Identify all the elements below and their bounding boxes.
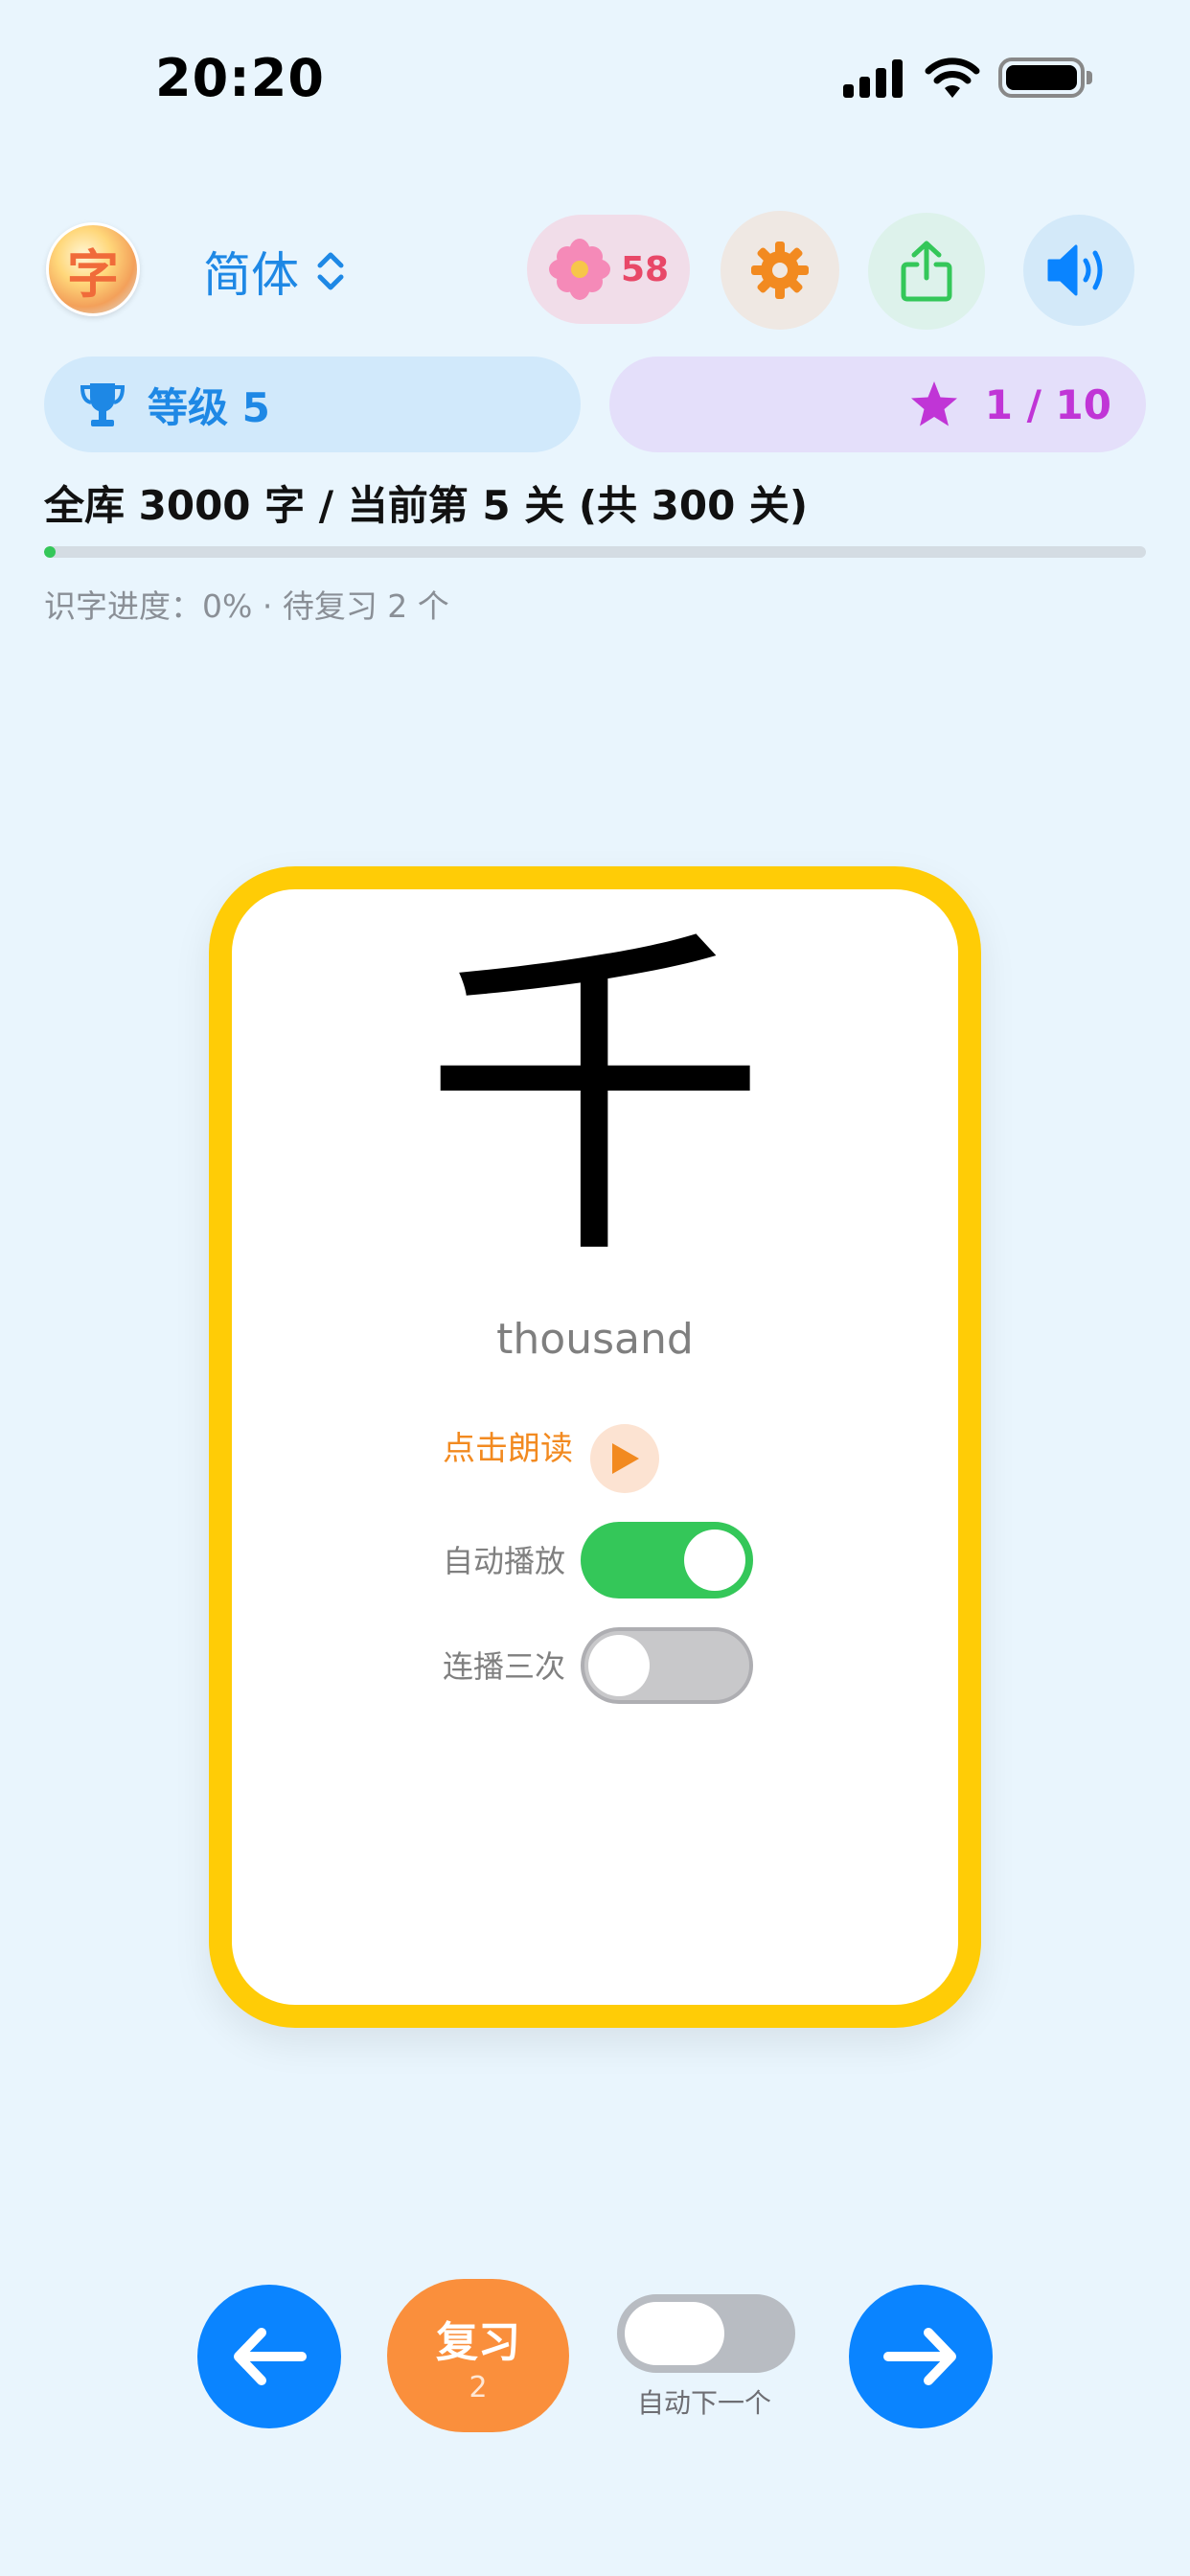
learning-progress-bar — [44, 546, 1146, 558]
script-selector-label: 简体 — [203, 247, 299, 303]
progress-text: 识字进度：0% · 待复习 2 个 — [44, 587, 449, 625]
star-icon — [910, 381, 957, 426]
auto-play-label: 自动播放 — [443, 1543, 566, 1579]
avatar[interactable]: 字 — [46, 222, 140, 316]
settings-button[interactable] — [721, 211, 839, 330]
flower-counter-button[interactable]: 58 — [527, 215, 690, 324]
toggle-knob — [684, 1530, 745, 1591]
repeat-three-label: 连播三次 — [443, 1648, 566, 1685]
battery-tip — [1087, 71, 1092, 84]
library-summary: 全库 3000 字 / 当前第 5 关 (共 300 关) — [44, 482, 809, 529]
arrow-right-icon — [883, 2328, 956, 2385]
gear-icon — [751, 242, 809, 299]
repeat-three-toggle[interactable] — [581, 1627, 753, 1704]
wifi-icon — [924, 56, 981, 100]
previous-button[interactable] — [197, 2285, 341, 2428]
level-label: 等级 5 — [148, 383, 270, 431]
auto-next-label: 自动下一个 — [636, 2387, 771, 2419]
play-button[interactable] — [590, 1424, 659, 1493]
share-icon — [901, 241, 952, 302]
cellular-signal-icon — [843, 59, 904, 98]
auto-next-toggle[interactable] — [617, 2294, 795, 2373]
toggle-knob — [588, 1635, 650, 1696]
arrow-left-icon — [234, 2328, 307, 2385]
level-badge: 等级 5 — [44, 356, 581, 452]
play-icon — [612, 1443, 639, 1474]
review-label: 复习 — [436, 2317, 520, 2367]
flower-icon — [548, 239, 610, 300]
review-count: 2 — [469, 2370, 488, 2404]
toggle-knob — [625, 2302, 724, 2365]
battery-icon — [998, 58, 1085, 98]
star-progress-label: 1 / 10 — [984, 380, 1111, 428]
flashcard-character: 千 — [423, 899, 767, 1300]
sound-button[interactable] — [1023, 215, 1134, 326]
status-time: 20:20 — [155, 48, 325, 108]
review-button[interactable]: 复习 2 — [387, 2279, 569, 2432]
learning-progress-fill — [44, 546, 56, 558]
chevron-up-down-icon — [317, 252, 344, 290]
star-progress-badge: 1 / 10 — [609, 356, 1146, 452]
share-button[interactable] — [868, 213, 985, 330]
flower-count: 58 — [620, 249, 670, 289]
avatar-glyph: 字 — [67, 243, 119, 305]
read-aloud-label[interactable]: 点击朗读 — [443, 1422, 573, 1469]
script-selector[interactable]: 简体 — [203, 238, 345, 305]
flashcard-meaning: thousand — [496, 1315, 694, 1364]
speaker-icon — [1047, 244, 1103, 296]
next-button[interactable] — [849, 2285, 993, 2428]
auto-play-toggle[interactable] — [581, 1522, 753, 1598]
trophy-icon — [80, 383, 126, 426]
